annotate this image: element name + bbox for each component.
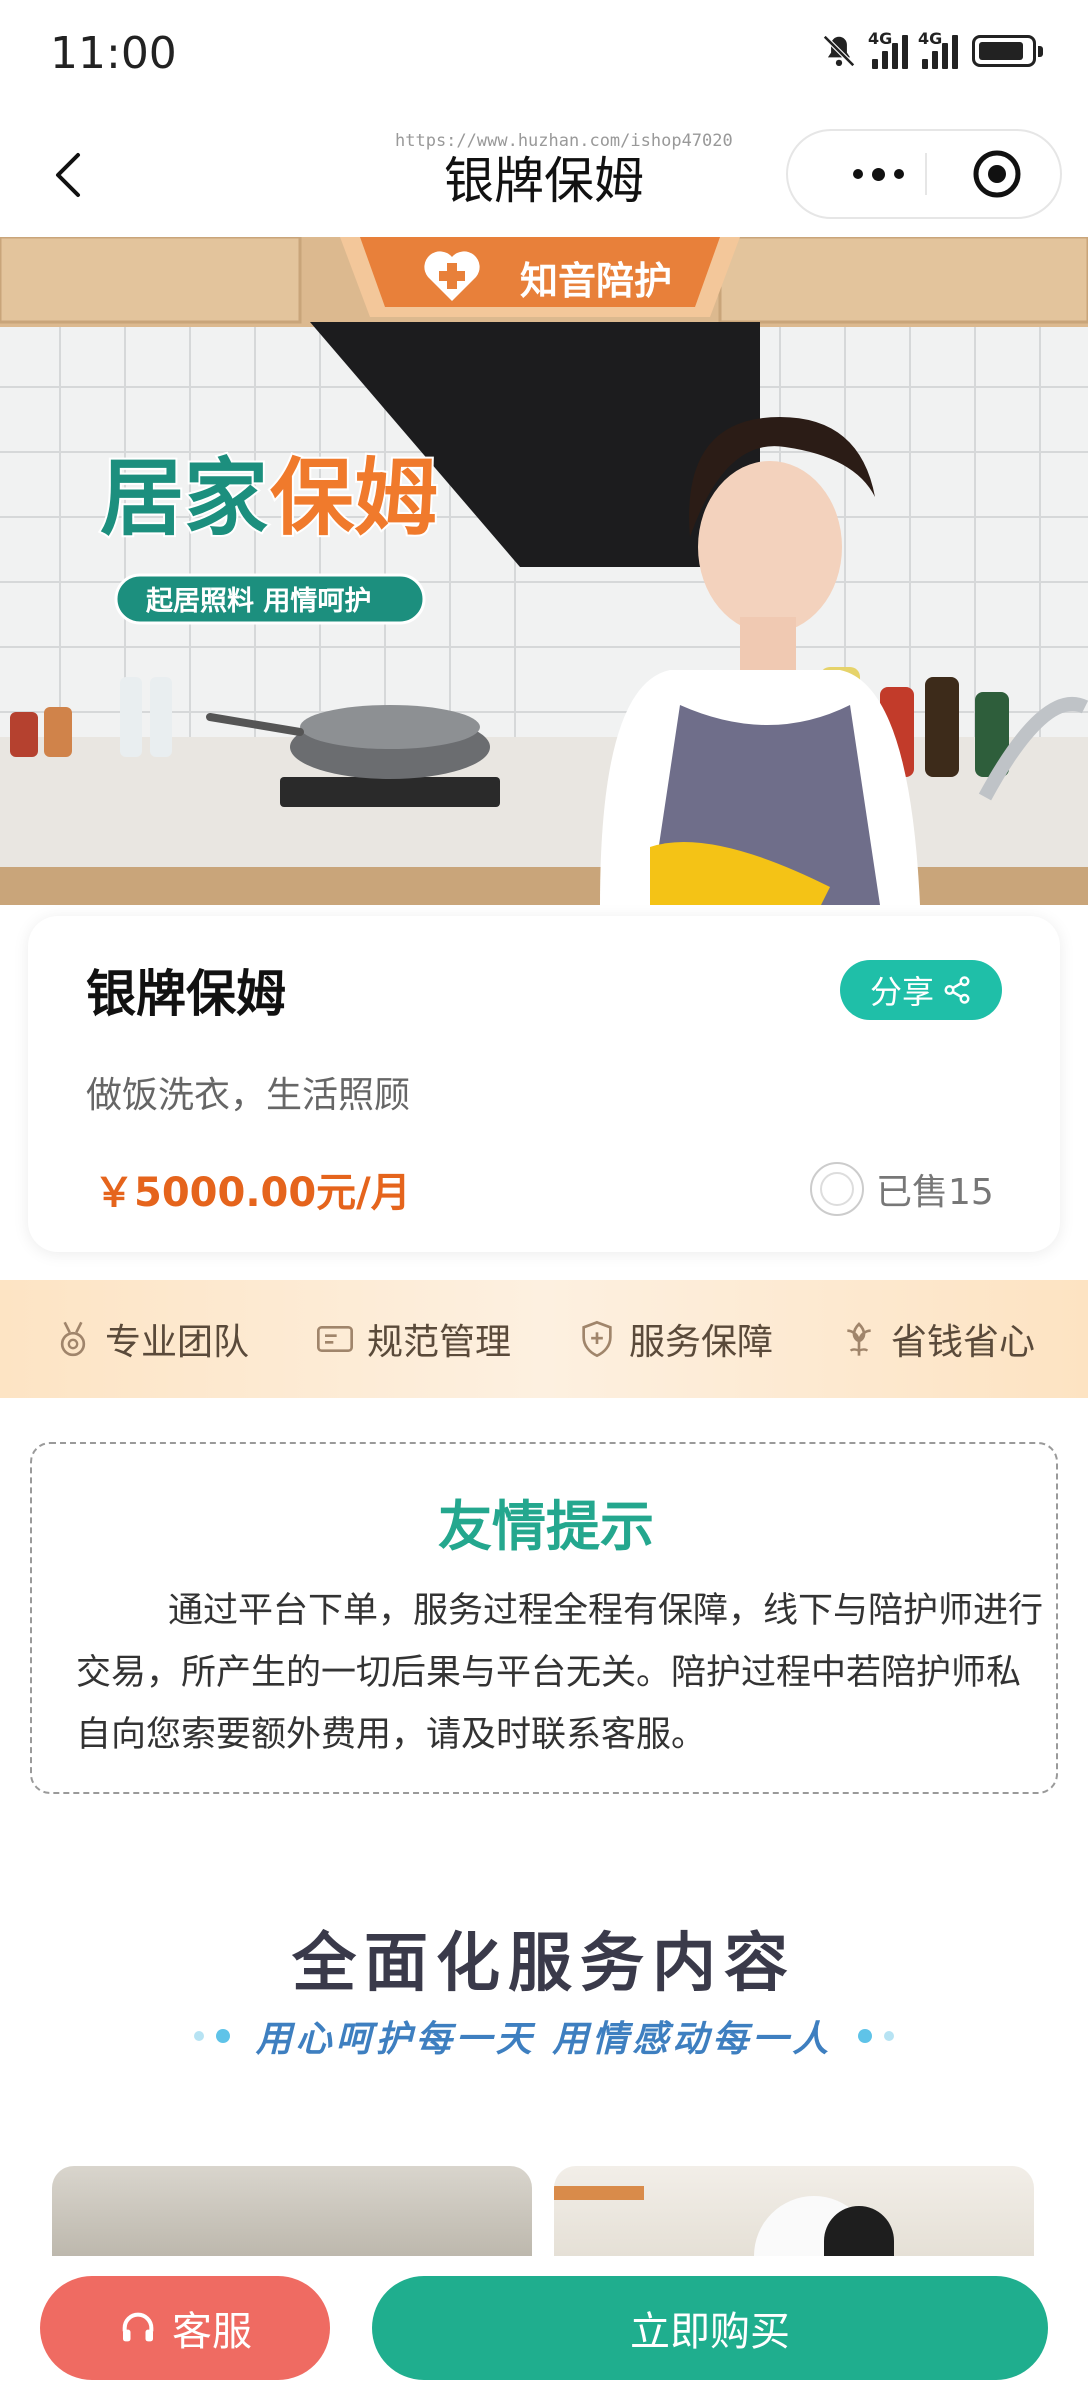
decor-dots-right [858,2029,895,2043]
buy-now-button[interactable]: 立即购买 [372,2276,1048,2380]
services-subtitle-row: 用心呵护每一天 用情感动每一人 [0,2010,1088,2062]
product-card: 银牌保姆 分享 做饭洗衣，生活照顾 ￥5000.00元/月 已售15 [28,916,1060,1252]
banner-headline-part2: 保姆 [270,449,438,547]
more-options-icon[interactable] [828,131,928,217]
product-price: ￥5000.00元/月 [94,1170,411,1216]
signal-1-icon: 4G [868,29,908,69]
decor-dots-left [193,2029,230,2043]
capsule-divider [925,153,927,195]
banner-headline-part1: 居家 [100,449,268,547]
feature-item: 专业团队 [53,1313,249,1365]
signal-2-icon: 4G [918,29,958,69]
banner-illustration: 知音陪护 居家 保姆 起居照料 用情呵护 [0,237,1088,905]
friendly-tips-box: 友情提示 通过平台下单，服务过程全程有保障，线下与陪护师进行交易，所产生的一切后… [30,1442,1058,1794]
shield-icon [582,1320,612,1358]
sold-stamp-icon [810,1162,864,1216]
status-icons: 4G 4G [820,29,1043,70]
banner-tagline: 起居照料 用情呵护 [146,586,371,617]
card-icon [316,1326,353,1352]
feature-label: 省钱省心 [890,1322,1035,1363]
tips-title: 友情提示 [438,1495,654,1558]
feature-item: 省钱省心 [839,1313,1035,1365]
feature-label: 规范管理 [366,1322,511,1363]
medal-icon [60,1321,86,1357]
service-image-2[interactable] [554,2166,1034,2256]
services-title: 全面化服务内容 [292,1926,796,2001]
customer-service-button[interactable]: 客服 [40,2276,330,2380]
product-description: 做饭洗衣，生活照顾 [86,1075,411,1116]
nav-bar: https://www.huzhan.com/ishop47020 银牌保姆 [0,115,1088,235]
share-label: 分享 [869,973,934,1011]
mini-program-capsule [786,129,1062,219]
share-icon [944,976,970,1004]
feature-label: 服务保障 [628,1322,773,1363]
feature-label: 专业团队 [104,1322,249,1363]
customer-service-label: 客服 [172,2309,252,2355]
feature-item: 规范管理 [315,1313,511,1365]
buy-now-label: 立即购买 [630,2309,790,2355]
flower-icon [847,1322,871,1356]
service-image-1[interactable] [52,2166,532,2256]
feature-strip: 专业团队 规范管理 服务保障 省钱省心 [0,1280,1088,1398]
battery-icon [972,35,1043,67]
status-bar: 11:00 4G 4G [0,0,1088,115]
sold-text: 已售15 [876,1172,994,1213]
close-target-icon[interactable] [972,149,1022,199]
tips-body: 通过平台下单，服务过程全程有保障，线下与陪护师进行交易，所产生的一切后果与平台无… [76,1591,1044,1755]
services-subtitle: 用心呵护每一天 用情感动每一人 [255,2018,833,2060]
status-time: 11:00 [50,28,177,79]
product-banner: 知音陪护 居家 保姆 起居照料 用情呵护 [0,237,1088,905]
headset-icon [122,2312,154,2342]
banner-brand: 知音陪护 [520,261,672,303]
sold-count: 已售15 [810,1162,994,1216]
product-title: 银牌保姆 [86,965,286,1023]
feature-item: 服务保障 [577,1313,773,1365]
share-button[interactable]: 分享 [840,960,1002,1020]
mute-bell-icon [823,35,855,67]
bottom-action-bar: 客服 立即购买 [0,2256,1088,2400]
